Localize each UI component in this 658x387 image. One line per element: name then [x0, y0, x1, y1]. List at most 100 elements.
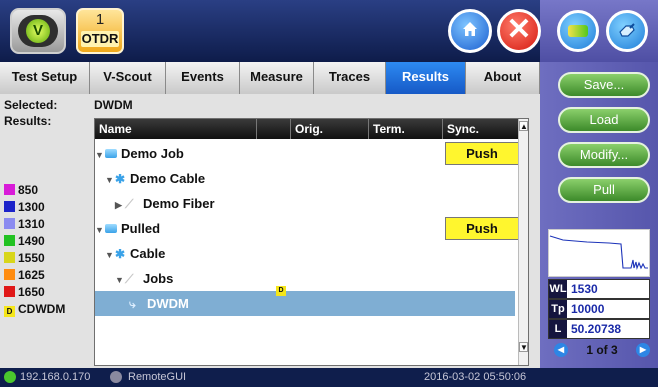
folder-icon — [105, 149, 117, 158]
legend-swatch — [4, 286, 15, 297]
l-row: L 50.20738 — [548, 319, 650, 339]
selected-value: DWDM — [94, 98, 133, 112]
table-row[interactable]: ▼⟋ Jobs — [95, 266, 515, 291]
legend-label: 850 — [18, 183, 39, 197]
legend-swatch — [4, 184, 15, 195]
table-row[interactable]: ▶ ⟋ Demo Fiber — [95, 191, 515, 216]
trace-thumbnail[interactable] — [548, 229, 650, 277]
table-row-selected[interactable]: ⤷ DWDM — [95, 291, 515, 316]
legend-label: 1625 — [18, 268, 45, 282]
tab-traces[interactable]: Traces — [314, 62, 386, 94]
legend-item-1650: 1650 — [4, 284, 45, 300]
results-table: Name Orig. Term. Sync. ▼ Demo Job Push ▼✱… — [94, 118, 529, 366]
otdr-module-tab[interactable]: 1 OTDR — [76, 8, 124, 54]
legend-swatch — [4, 269, 15, 280]
logo-frame: V — [18, 15, 58, 47]
cable-icon: ✱ — [115, 172, 126, 186]
push-button[interactable]: Push — [445, 142, 519, 165]
legend-badge: D — [4, 306, 15, 317]
legend-item-1310: 1310 — [4, 216, 45, 232]
col-name: Name — [95, 119, 257, 139]
legend-label: 1490 — [18, 234, 45, 248]
col-sync: Sync. — [443, 119, 519, 139]
module-number: 1 — [95, 11, 105, 28]
legend-swatch — [4, 235, 15, 246]
row-name: Pulled — [121, 221, 161, 236]
tab-measure[interactable]: Measure — [240, 62, 314, 94]
save-button[interactable]: Save... — [558, 72, 650, 98]
col-orig: Orig. — [291, 119, 369, 139]
ethernet-button[interactable] — [606, 10, 648, 52]
legend-label: 1300 — [18, 200, 45, 214]
legend-label: 1650 — [18, 285, 45, 299]
load-button[interactable]: Load — [558, 107, 650, 133]
legend-label: CDWDM — [18, 302, 66, 316]
cable-icon: ✱ — [115, 247, 126, 261]
row-name: DWDM — [147, 296, 189, 311]
wl-key: WL — [549, 280, 567, 298]
prev-page-icon[interactable]: ◀ — [554, 343, 568, 357]
expand-caret-icon[interactable]: ▼ — [105, 168, 115, 193]
tab-test-setup[interactable]: Test Setup — [0, 62, 90, 94]
push-button[interactable]: Push — [445, 217, 519, 240]
table-scrollbar[interactable]: ▲ ▼ — [518, 119, 528, 365]
legend-item-1625: 1625 — [4, 267, 45, 283]
remote-gui-label: RemoteGUI — [128, 371, 187, 383]
row-name: Demo Cable — [130, 171, 206, 186]
row-name: Demo Job — [121, 146, 184, 161]
table-row[interactable]: ▼✱ Demo Cable — [95, 166, 515, 191]
legend-label: 1550 — [18, 251, 45, 265]
fiber-icon: ⟋ — [125, 197, 134, 211]
expand-caret-icon[interactable]: ▶ — [115, 193, 125, 218]
dwdm-badge: D — [276, 286, 286, 296]
pull-button[interactable]: Pull — [558, 177, 650, 203]
scroll-up-icon[interactable]: ▲ — [519, 121, 528, 131]
expand-caret-icon[interactable]: ▼ — [95, 218, 105, 243]
expand-caret-icon[interactable]: ▼ — [115, 268, 125, 293]
pager: ◀ 1 of 3 ▶ — [552, 342, 652, 358]
close-icon: ✕ — [506, 13, 532, 46]
legend-swatch — [4, 201, 15, 212]
home-button[interactable] — [448, 9, 492, 53]
row-name: Demo Fiber — [143, 196, 215, 211]
home-icon — [463, 22, 477, 36]
remote-icon — [110, 371, 122, 383]
folder-icon — [105, 224, 117, 233]
col-term: Term. — [369, 119, 443, 139]
datetime: 2016-03-02 05:50:06 — [424, 371, 527, 383]
tab-results[interactable]: Results — [386, 62, 466, 94]
ip-address: 192.168.0.170 — [20, 371, 91, 383]
row-name: Cable — [130, 246, 166, 261]
pager-text: 1 of 3 — [586, 343, 618, 357]
table-row[interactable]: ▼✱ Cable — [95, 241, 515, 266]
tab-events[interactable]: Events — [166, 62, 240, 94]
tab-v-scout[interactable]: V-Scout — [90, 62, 166, 94]
tab-about[interactable]: About — [466, 62, 540, 94]
v-logo-icon: V — [26, 19, 50, 43]
legend-item-1550: 1550 — [4, 250, 45, 266]
battery-button[interactable] — [557, 10, 599, 52]
col-blank — [257, 119, 291, 139]
row-name: Jobs — [143, 271, 174, 286]
tp-value: 10000 — [571, 302, 605, 316]
legend-label: 1310 — [18, 217, 45, 231]
trace-icon: ⤷ — [129, 297, 136, 311]
network-icon — [4, 371, 16, 383]
expand-caret-icon[interactable]: ▼ — [105, 243, 115, 268]
next-page-icon[interactable]: ▶ — [636, 343, 650, 357]
status-bar: 192.168.0.170 RemoteGUI 2016-03-02 05:50… — [0, 368, 658, 387]
selected-label: Selected: — [4, 98, 58, 112]
legend-swatch — [4, 218, 15, 229]
trace-thumbnail-graph — [549, 235, 648, 271]
expand-caret-icon[interactable]: ▼ — [95, 143, 105, 168]
modify-button[interactable]: Modify... — [558, 142, 650, 168]
close-button[interactable]: ✕ — [497, 9, 541, 53]
app-logo-button[interactable]: V — [10, 8, 66, 54]
scroll-down-icon[interactable]: ▼ — [519, 342, 528, 352]
l-value: 50.20738 — [571, 322, 622, 336]
module-label: OTDR — [81, 31, 119, 47]
legend-swatch — [4, 252, 15, 263]
tp-key: Tp — [549, 300, 567, 318]
ethernet-icon — [619, 23, 635, 37]
wl-value: 1530 — [571, 282, 598, 296]
